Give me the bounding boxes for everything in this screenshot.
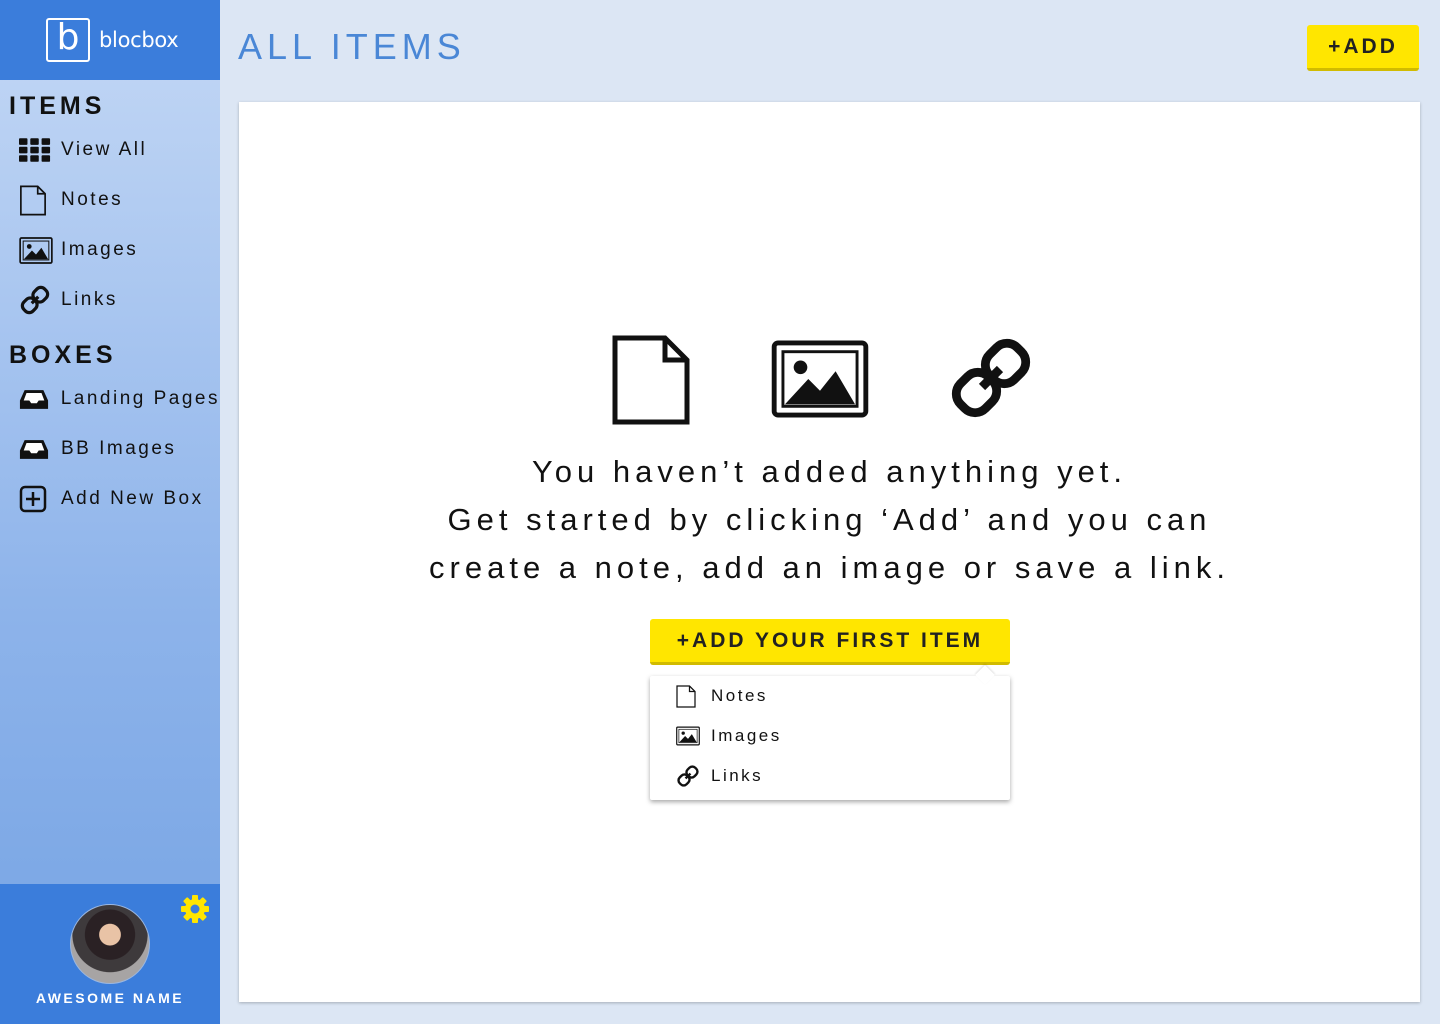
inbox-icon — [19, 382, 53, 416]
profile-panel: AWESOME NAME — [0, 884, 220, 1024]
sidebar-item-label: View All — [61, 139, 148, 160]
dropdown-item-notes[interactable]: Notes — [650, 676, 1010, 716]
gear-icon[interactable] — [180, 894, 210, 924]
dropdown-item-links[interactable]: Links — [650, 756, 1010, 796]
brand-name: blocbox — [99, 28, 179, 52]
dropdown-item-label: Notes — [711, 686, 768, 705]
sidebar-box-label: BB Images — [61, 438, 177, 459]
link-icon — [19, 283, 53, 317]
grid-icon — [19, 133, 53, 167]
boxes-section-title: BOXES — [9, 341, 117, 369]
empty-state-line-1: You haven’t added anything yet. — [531, 454, 1128, 489]
sidebar-item-label: Notes — [61, 189, 124, 210]
document-icon — [19, 183, 53, 217]
dropdown-item-images[interactable]: Images — [650, 716, 1010, 756]
brand-logo: b — [46, 18, 90, 62]
sidebar-item-images[interactable]: Images — [0, 225, 220, 275]
sidebar: b blocbox ITEMS View All Notes Images Li… — [0, 0, 220, 1024]
sidebar-item-label: Images — [61, 239, 139, 260]
sidebar-box-landing-pages[interactable]: Landing Pages — [0, 374, 220, 424]
plus-square-icon — [19, 482, 53, 516]
sidebar-box-bb-images[interactable]: BB Images — [0, 424, 220, 474]
user-name: AWESOME NAME — [35, 990, 185, 1006]
add-new-box-button[interactable]: Add New Box — [0, 474, 220, 524]
sidebar-item-view-all[interactable]: View All — [0, 125, 220, 175]
avatar[interactable] — [70, 904, 150, 984]
document-icon — [676, 684, 700, 708]
empty-state-line-2: Get started by clicking ‘Add’ and you ca… — [447, 502, 1212, 537]
sidebar-item-notes[interactable]: Notes — [0, 175, 220, 225]
page-title: ALL ITEMS — [238, 26, 466, 67]
sidebar-box-label: Landing Pages — [60, 388, 220, 409]
add-item-dropdown: Notes Images Links — [650, 665, 1010, 800]
items-section-title: ITEMS — [9, 92, 106, 120]
add-new-box-label: Add New Box — [61, 488, 204, 509]
inbox-icon — [19, 432, 53, 466]
link-icon — [676, 764, 700, 788]
image-icon — [676, 724, 700, 748]
empty-state-line-3: create a note, add an image or save a li… — [429, 550, 1230, 585]
brand-header[interactable]: b blocbox — [0, 0, 220, 80]
image-icon — [771, 340, 869, 418]
dropdown-item-label: Images — [711, 726, 782, 745]
add-button[interactable]: +ADD — [1307, 25, 1419, 71]
image-icon — [19, 233, 53, 267]
link-icon — [947, 334, 1035, 422]
content-panel: You haven’t added anything yet. Get star… — [239, 102, 1420, 1002]
add-first-item-button[interactable]: +ADD YOUR FIRST ITEM — [650, 619, 1010, 665]
sidebar-item-label: Links — [61, 289, 118, 310]
document-icon — [611, 334, 691, 426]
dropdown-item-label: Links — [711, 766, 764, 785]
sidebar-item-links[interactable]: Links — [0, 275, 220, 325]
